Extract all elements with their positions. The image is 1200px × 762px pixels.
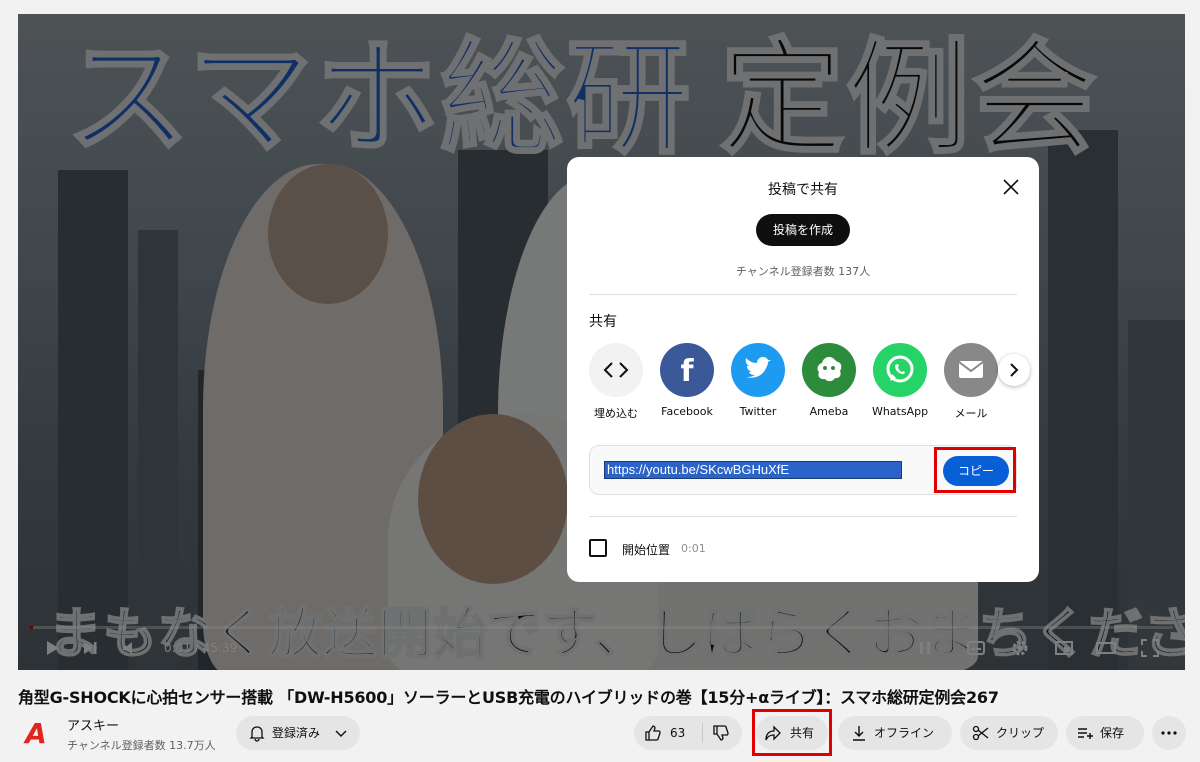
chevron-right-icon xyxy=(1010,363,1019,377)
divider xyxy=(589,294,1017,295)
clip-button[interactable]: クリップ xyxy=(960,716,1058,750)
copy-button-highlight xyxy=(934,447,1016,493)
youtube-watch-page: スマホ総研 定例会 まもなく放送開始です、しばらくおまちください 0:01 / 4… xyxy=(0,0,1200,762)
share-target-embed[interactable]: 埋め込む xyxy=(584,343,648,421)
add-to-playlist-icon xyxy=(1078,728,1093,739)
offline-label: オフライン xyxy=(874,726,935,740)
share-target-facebook[interactable]: f Facebook xyxy=(655,343,719,418)
share-target-label: Ameba xyxy=(809,405,849,418)
share-target-whatsapp[interactable]: WhatsApp xyxy=(868,343,932,418)
create-post-button[interactable]: 投稿を作成 xyxy=(756,214,850,246)
share-button-highlight xyxy=(752,709,832,756)
share-dialog-title: 投稿で共有 xyxy=(768,182,838,198)
offline-button[interactable]: オフライン xyxy=(838,716,952,750)
clip-label: クリップ xyxy=(996,726,1045,740)
divider xyxy=(589,516,1017,517)
save-label: 保存 xyxy=(1100,726,1125,740)
channel-name[interactable]: アスキー xyxy=(67,715,119,734)
start-at-label: 開始位置 xyxy=(622,543,671,557)
twitter-icon xyxy=(731,343,785,397)
start-at-checkbox[interactable] xyxy=(589,539,607,557)
chevron-down-icon xyxy=(335,730,347,737)
close-icon[interactable] xyxy=(997,173,1025,201)
scissors-icon xyxy=(972,725,989,741)
like-dislike-group: 63 xyxy=(634,716,742,750)
like-count: 63 xyxy=(670,726,686,740)
ameba-icon xyxy=(802,343,856,397)
mail-icon xyxy=(944,343,998,397)
bell-icon xyxy=(249,726,265,742)
share-target-label: 埋め込む xyxy=(594,407,638,420)
next-targets-button[interactable] xyxy=(998,354,1030,386)
start-at-time[interactable]: 0:01 xyxy=(681,542,706,555)
share-url-field[interactable]: https://youtu.be/SKcwBGHuXfE xyxy=(604,461,902,479)
share-dialog: 投稿で共有 投稿を作成 チャンネル登録者数 137人 共有 埋め込む f Fac… xyxy=(567,157,1039,582)
video-title: 角型G-SHOCKに心拍センサー搭載 「DW-H5600」ソーラーとUSB充電の… xyxy=(18,688,999,707)
share-target-label: WhatsApp xyxy=(871,405,929,418)
share-target-label: Facebook xyxy=(661,405,713,418)
whatsapp-icon xyxy=(873,343,927,397)
channel-subscribers: チャンネル登録者数 13.7万人 xyxy=(67,739,216,752)
channel-avatar[interactable]: A xyxy=(22,718,50,746)
share-target-twitter[interactable]: Twitter xyxy=(726,343,790,418)
share-target-mail[interactable]: メール xyxy=(939,343,1003,421)
subscriber-note: チャンネル登録者数 137人 xyxy=(735,265,871,278)
share-heading: 共有 xyxy=(589,314,617,330)
more-icon xyxy=(1161,731,1177,735)
subscribed-button[interactable]: 登録済み xyxy=(236,716,360,750)
embed-icon xyxy=(589,343,643,397)
svg-text:f: f xyxy=(680,354,694,389)
share-target-ameba[interactable]: Ameba xyxy=(797,343,861,418)
save-button[interactable]: 保存 xyxy=(1066,716,1144,750)
svg-text:A: A xyxy=(23,718,47,746)
subscribed-label: 登録済み xyxy=(272,726,321,740)
share-target-label: Twitter xyxy=(739,405,777,418)
download-icon xyxy=(853,726,865,741)
dislike-icon[interactable] xyxy=(712,724,730,742)
share-targets: 埋め込む f Facebook Twitter Ameba WhatsApp メ… xyxy=(589,343,1017,423)
like-icon[interactable] xyxy=(644,724,662,742)
facebook-icon: f xyxy=(660,343,714,397)
more-actions-button[interactable] xyxy=(1152,716,1186,750)
share-target-label: メール xyxy=(954,407,988,420)
